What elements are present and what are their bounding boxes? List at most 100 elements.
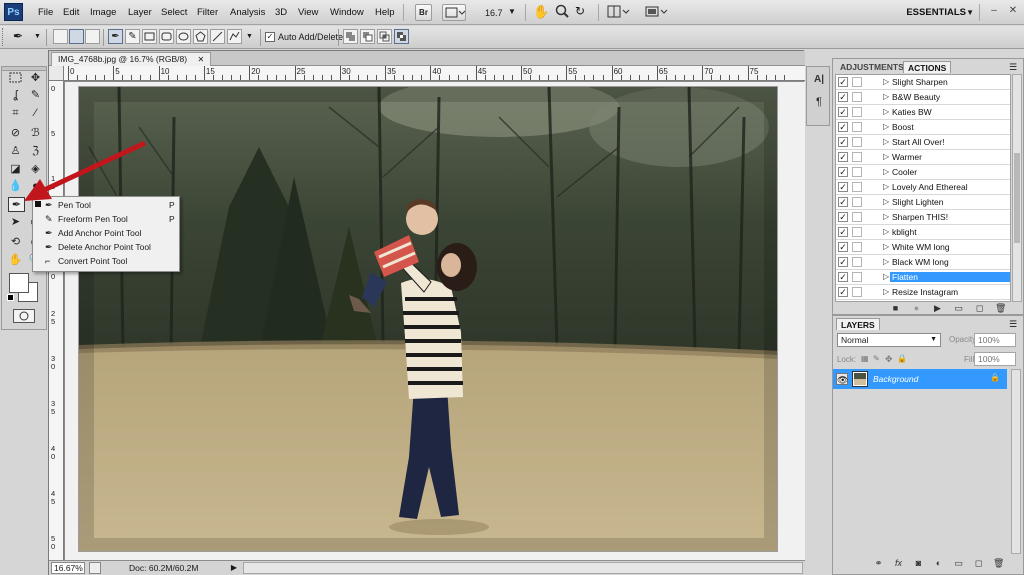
layer-mask-icon[interactable]: ◙ — [913, 558, 924, 569]
photo-canvas[interactable] — [78, 86, 778, 552]
action-dialog-toggle[interactable] — [852, 122, 862, 132]
actions-scroll-thumb[interactable] — [1014, 153, 1020, 243]
horizontal-scrollbar[interactable] — [243, 562, 803, 574]
action-row[interactable]: ✓ ▷ B&W Beauty — [836, 90, 1010, 105]
record-icon[interactable]: ● — [911, 303, 922, 314]
status-preview-icon[interactable] — [89, 562, 101, 574]
expand-triangle-icon[interactable]: ▷ — [883, 92, 889, 101]
action-row[interactable]: ✓ ▷ Flatten — [836, 270, 1010, 285]
tab-actions[interactable]: ACTIONS — [903, 61, 952, 73]
view-extras-button[interactable] — [442, 4, 466, 21]
close-window-icon[interactable]: ✕ — [1006, 4, 1020, 18]
zoom-dropdown-icon[interactable]: ▼ — [508, 7, 516, 16]
lock-image-icon[interactable]: ✎ — [873, 354, 880, 363]
action-row[interactable]: ✓ ▷ Katies BW — [836, 105, 1010, 120]
quick-mask-button[interactable] — [13, 309, 35, 323]
action-row[interactable]: ✓ ▷ Start All Over! — [836, 135, 1010, 150]
tool-preset-pen-icon[interactable]: ✒ — [13, 29, 23, 43]
action-enabled-checkbox[interactable]: ✓ — [838, 212, 848, 222]
eyedropper-icon[interactable]: ⁄ — [27, 106, 44, 121]
action-enabled-checkbox[interactable]: ✓ — [838, 272, 848, 282]
action-dialog-toggle[interactable] — [852, 182, 862, 192]
move-tool-icon[interactable]: ✥ — [27, 71, 44, 86]
add-to-path-area-icon[interactable] — [343, 29, 358, 44]
lock-all-icon[interactable]: 🔒 — [897, 354, 907, 363]
flyout-item-convert-point-tool[interactable]: ⌐ Convert Point Tool — [33, 254, 179, 268]
crop-tool-icon[interactable]: ⌗ — [7, 106, 24, 121]
action-dialog-toggle[interactable] — [852, 77, 862, 87]
expand-triangle-icon[interactable]: ▷ — [883, 182, 889, 191]
action-dialog-toggle[interactable] — [852, 167, 862, 177]
zoom-percentage-field[interactable]: 16.67% — [51, 562, 85, 574]
action-enabled-checkbox[interactable]: ✓ — [838, 197, 848, 207]
flyout-item-delete-anchor-point-tool[interactable]: ✒ Delete Anchor Point Tool — [33, 240, 179, 254]
layers-scrollbar[interactable] — [1011, 369, 1021, 554]
workspace-dropdown-icon[interactable]: ▼ — [966, 8, 974, 17]
action-enabled-checkbox[interactable]: ✓ — [838, 92, 848, 102]
action-row[interactable]: ✓ ▷ kblight — [836, 225, 1010, 240]
tab-adjustments[interactable]: ADJUSTMENTS — [836, 61, 908, 73]
visibility-eye-icon[interactable]: 👁 — [836, 373, 848, 385]
document-tab[interactable]: IMG_4768b.jpg @ 16.7% (RGB/8) ✕ — [51, 52, 212, 66]
menu-view[interactable]: View — [298, 7, 318, 18]
screen-mode-icon[interactable] — [645, 5, 669, 21]
zoom-level-text[interactable]: 16.7 — [485, 8, 503, 18]
action-row[interactable]: ✓ ▷ Slight Lighten — [836, 195, 1010, 210]
paragraph-panel-icon[interactable]: ¶ — [812, 95, 826, 109]
line-shape-icon[interactable] — [210, 29, 225, 44]
3d-rotate-icon[interactable]: ⟲ — [7, 235, 24, 250]
action-dialog-toggle[interactable] — [852, 272, 862, 282]
ruler-origin[interactable] — [49, 66, 64, 81]
close-tab-icon[interactable]: ✕ — [197, 55, 204, 64]
flyout-item-add-anchor-point-tool[interactable]: ✒ Add Anchor Point Tool — [33, 226, 179, 240]
menu-image[interactable]: Image — [90, 7, 116, 18]
quick-selection-icon[interactable]: ✎ — [27, 88, 44, 103]
canvas-pasteboard[interactable] — [65, 82, 805, 560]
expand-triangle-icon[interactable]: ▷ — [883, 152, 889, 161]
action-enabled-checkbox[interactable]: ✓ — [838, 167, 848, 177]
polygon-shape-icon[interactable] — [193, 29, 208, 44]
menu-edit[interactable]: Edit — [63, 7, 79, 18]
actions-scrollbar[interactable] — [1012, 74, 1022, 302]
paths-button[interactable] — [69, 29, 84, 44]
custom-shape-icon[interactable] — [227, 29, 242, 44]
action-dialog-toggle[interactable] — [852, 287, 862, 297]
rotate-view-icon[interactable]: ↻ — [575, 4, 585, 18]
horizontal-ruler[interactable]: 0 5 10 15 20 25 30 35 40 45 50 55 60 65 70 75 — [64, 66, 805, 81]
action-enabled-checkbox[interactable]: ✓ — [838, 257, 848, 267]
link-layers-icon[interactable]: ⚭ — [873, 558, 884, 569]
lock-transparency-icon[interactable]: ▦ — [861, 354, 869, 363]
new-group-icon[interactable]: ▭ — [953, 558, 964, 569]
action-enabled-checkbox[interactable]: ✓ — [838, 242, 848, 252]
action-enabled-checkbox[interactable]: ✓ — [838, 137, 848, 147]
blend-mode-select[interactable]: Normal ▼ — [837, 333, 941, 347]
hand-tool-icon[interactable]: ✋ — [7, 253, 24, 268]
ellipse-shape-icon[interactable] — [176, 29, 191, 44]
character-panel-icon[interactable]: A| — [812, 73, 826, 87]
action-enabled-checkbox[interactable]: ✓ — [838, 182, 848, 192]
minimize-icon[interactable]: – — [987, 4, 1001, 18]
status-menu-arrow-icon[interactable]: ▶ — [229, 562, 239, 574]
action-row[interactable]: ✓ ▷ Sharpen THIS! — [836, 210, 1010, 225]
delete-action-icon[interactable]: 🗑 — [995, 303, 1006, 314]
action-row[interactable]: ✓ ▷ Resize Instagram — [836, 285, 1010, 300]
action-dialog-toggle[interactable] — [852, 197, 862, 207]
action-dialog-toggle[interactable] — [852, 212, 862, 222]
expand-triangle-icon[interactable]: ▷ — [883, 287, 889, 296]
action-enabled-checkbox[interactable]: ✓ — [838, 122, 848, 132]
menu-window[interactable]: Window — [330, 7, 364, 18]
menu-3d[interactable]: 3D — [275, 7, 287, 18]
action-enabled-checkbox[interactable]: ✓ — [838, 77, 848, 87]
photoshop-logo[interactable]: Ps — [4, 3, 23, 21]
flyout-item-freeform-pen-tool[interactable]: ✎ Freeform Pen Tool P — [33, 212, 179, 226]
action-dialog-toggle[interactable] — [852, 257, 862, 267]
action-row[interactable]: ✓ ▷ Black WM long — [836, 255, 1010, 270]
expand-triangle-icon[interactable]: ▷ — [883, 197, 889, 206]
panel-menu-icon[interactable]: ☰ — [1009, 319, 1017, 330]
lock-position-icon[interactable]: ✥ — [885, 354, 893, 365]
rounded-rectangle-shape-icon[interactable] — [159, 29, 174, 44]
delete-layer-icon[interactable]: 🗑 — [993, 558, 1004, 569]
new-set-icon[interactable]: ▭ — [953, 303, 964, 314]
fill-field[interactable]: 100% — [974, 352, 1016, 366]
action-dialog-toggle[interactable] — [852, 242, 862, 252]
